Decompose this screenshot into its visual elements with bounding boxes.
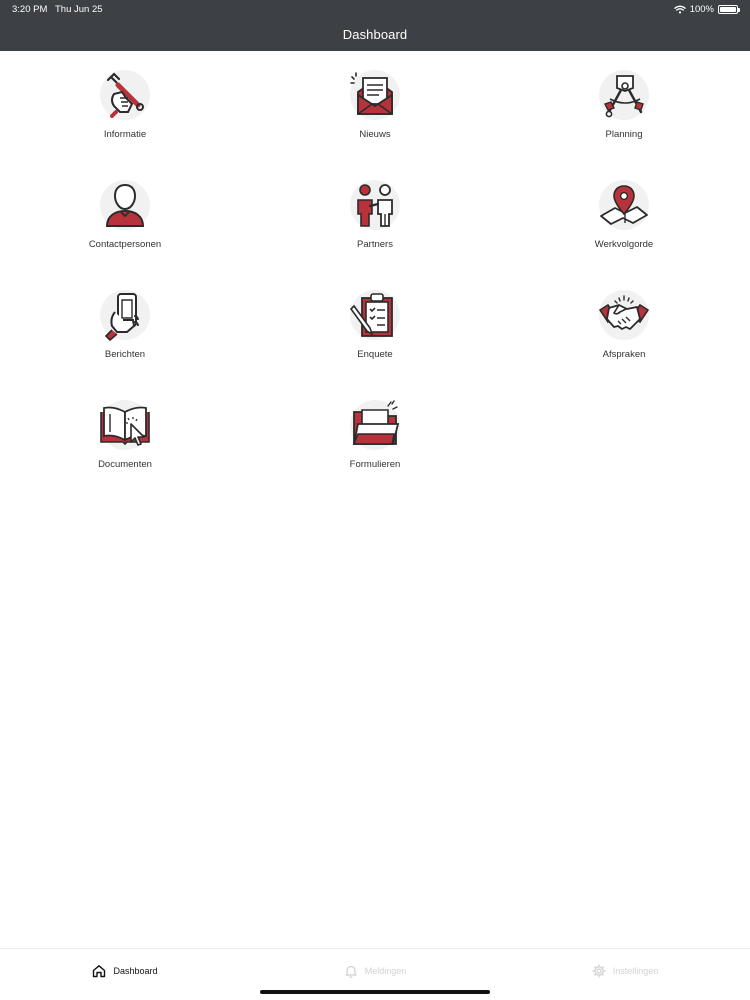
handshake-icon	[597, 288, 651, 342]
tile-label: Partners	[357, 239, 393, 250]
tile-informatie[interactable]: Informatie	[15, 60, 235, 160]
tab-dashboard[interactable]: Dashboard	[0, 961, 250, 981]
tile-label: Afspraken	[602, 349, 646, 360]
battery-icon	[718, 5, 740, 14]
top-bar: 3:20 PM Thu Jun 25 100% Dashboard	[0, 0, 750, 51]
battery-percent: 100%	[689, 4, 714, 15]
home-indicator[interactable]	[260, 990, 490, 994]
tile-partners[interactable]: Partners	[265, 170, 485, 270]
status-right: 100%	[673, 4, 740, 15]
tile-contactpersonen[interactable]: Contactpersonen	[15, 170, 235, 270]
tab-label: Meldingen	[364, 966, 407, 976]
tile-label: Contactpersonen	[88, 239, 162, 250]
page-title: Dashboard	[342, 27, 408, 42]
newsletter-envelope-icon	[348, 68, 402, 122]
clipboard-checklist-icon	[348, 288, 402, 342]
folder-icon	[348, 398, 402, 452]
tile-label: Werkvolgorde	[594, 239, 654, 250]
phone-hand-icon	[98, 288, 152, 342]
person-icon	[98, 178, 152, 232]
compass-drawing-icon	[597, 68, 651, 122]
tile-enquete[interactable]: Enquete	[265, 280, 485, 380]
tile-label: Nieuws	[359, 129, 391, 140]
gear-icon	[592, 964, 606, 978]
wifi-icon	[673, 5, 686, 14]
tile-documenten[interactable]: Documenten	[15, 390, 235, 490]
tile-nieuws[interactable]: Nieuws	[265, 60, 485, 160]
tab-meldingen[interactable]: Meldingen	[250, 961, 500, 981]
tile-label: Documenten	[98, 459, 152, 470]
tile-label: Berichten	[104, 349, 146, 360]
tile-label: Enquete	[357, 349, 393, 360]
map-pin-icon	[597, 178, 651, 232]
status-date: Thu Jun 25	[55, 4, 103, 15]
status-time: 3:20 PM	[12, 4, 48, 15]
tile-werkvolgorde[interactable]: Werkvolgorde	[514, 170, 734, 270]
tile-planning[interactable]: Planning	[514, 60, 734, 160]
partners-icon	[348, 178, 402, 232]
status-bar: 3:20 PM Thu Jun 25 100%	[12, 4, 740, 16]
home-icon	[93, 965, 106, 978]
tab-label: Dashboard	[113, 966, 158, 976]
tile-label: Formulieren	[349, 459, 401, 470]
book-cursor-icon	[98, 398, 152, 452]
bell-icon	[345, 965, 357, 978]
wrench-hand-icon	[98, 68, 152, 122]
tile-formulieren[interactable]: Formulieren	[265, 390, 485, 490]
tile-afspraken[interactable]: Afspraken	[514, 280, 734, 380]
tab-label: Instellingen	[612, 966, 659, 976]
tab-instellingen[interactable]: Instellingen	[500, 961, 750, 981]
tile-label: Informatie	[103, 129, 147, 140]
tile-label: Planning	[605, 129, 643, 140]
tile-berichten[interactable]: Berichten	[15, 280, 235, 380]
